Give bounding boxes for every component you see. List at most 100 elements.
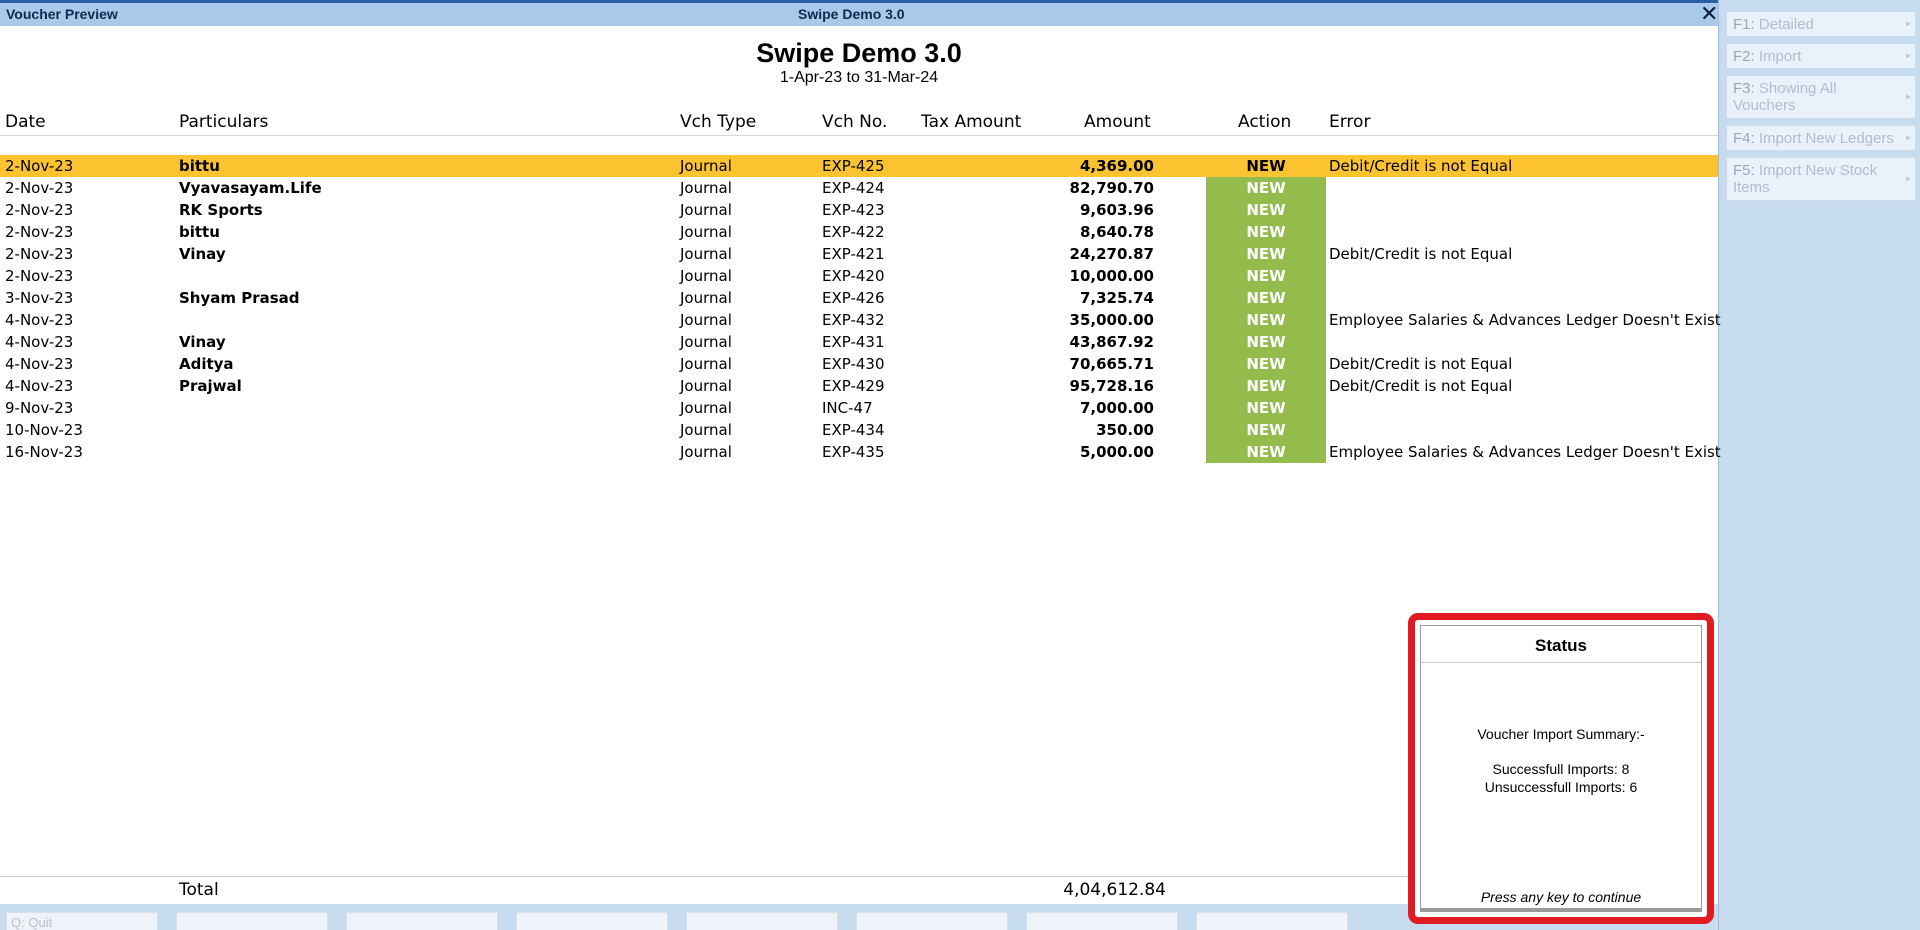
- bottom-button-slot[interactable]: [516, 912, 668, 930]
- bottom-button-slot[interactable]: [686, 912, 838, 930]
- import-new-stock-items-button[interactable]: F5: Import New Stock Items ▸: [1726, 157, 1916, 201]
- table-row[interactable]: 2-Nov-23 bittu Journal EXP-422 8,640.78 …: [0, 221, 1718, 243]
- cell-amount: 35,000.00: [1069, 311, 1154, 329]
- cell-action: NEW: [1206, 419, 1326, 441]
- cell-action: NEW: [1206, 331, 1326, 353]
- cell-particulars: bittu: [179, 157, 220, 175]
- cell-date: 2-Nov-23: [5, 223, 74, 241]
- quit-button[interactable]: Q: Quit: [6, 912, 158, 930]
- table-row[interactable]: 2-Nov-23 bittu Journal EXP-425 4,369.00 …: [0, 155, 1718, 177]
- cell-date: 2-Nov-23: [5, 267, 74, 285]
- column-header-vch-no: Vch No.: [822, 112, 888, 132]
- cell-particulars: Vinay: [179, 245, 226, 263]
- cell-date: 4-Nov-23: [5, 311, 74, 329]
- close-icon[interactable]: ✕: [1700, 3, 1718, 25]
- table-row[interactable]: 4-Nov-23 Prajwal Journal EXP-429 95,728.…: [0, 375, 1718, 397]
- cell-action: NEW: [1206, 243, 1326, 265]
- cell-date: 2-Nov-23: [5, 179, 74, 197]
- table-row[interactable]: 2-Nov-23 Vyavasayam.Life Journal EXP-424…: [0, 177, 1718, 199]
- cell-date: 3-Nov-23: [5, 289, 74, 307]
- import-new-ledgers-button[interactable]: F4: Import New Ledgers ▸: [1726, 125, 1916, 151]
- cell-action: NEW: [1206, 221, 1326, 243]
- cell-action: NEW: [1206, 397, 1326, 419]
- cell-amount: 350.00: [1096, 421, 1154, 439]
- header-divider: [0, 135, 1718, 136]
- f4-key: F4:: [1733, 130, 1755, 147]
- cell-amount: 7,000.00: [1079, 399, 1154, 417]
- cell-vch-type: Journal: [680, 421, 732, 439]
- cell-date: 9-Nov-23: [5, 399, 74, 417]
- cell-vch-no: EXP-425: [822, 157, 885, 175]
- status-dialog: Status Voucher Import Summary:- Successf…: [1408, 613, 1714, 924]
- cell-vch-no: EXP-424: [822, 179, 885, 197]
- cell-error: Debit/Credit is not Equal: [1329, 377, 1513, 395]
- cell-vch-no: EXP-429: [822, 377, 885, 395]
- report-period: 1-Apr-23 to 31-Mar-24: [779, 69, 939, 86]
- cell-vch-type: Journal: [680, 399, 732, 417]
- bottom-button-slot[interactable]: [1196, 912, 1348, 930]
- bottom-button-slot[interactable]: [176, 912, 328, 930]
- cell-vch-no: EXP-434: [822, 421, 885, 439]
- cell-action: NEW: [1206, 353, 1326, 375]
- cell-date: 2-Nov-23: [5, 157, 74, 175]
- cell-vch-no: INC-47: [822, 399, 873, 417]
- cell-vch-type: Journal: [680, 157, 732, 175]
- cell-vch-no: EXP-420: [822, 267, 885, 285]
- cell-vch-type: Journal: [680, 245, 732, 263]
- title-bar: Voucher Preview Swipe Demo 3.0 ✕: [0, 0, 1718, 26]
- status-title: Status: [1535, 636, 1587, 655]
- import-summary-heading: Voucher Import Summary:-: [1477, 726, 1645, 742]
- showing-all-vouchers-button[interactable]: F3: Showing All Vouchers ▸: [1726, 75, 1916, 119]
- cell-vch-type: Journal: [680, 377, 732, 395]
- cell-action: NEW: [1246, 157, 1286, 175]
- right-button-panel: F1: Detailed ▸ F2: Import ▸ F3: Showing …: [1718, 0, 1920, 930]
- bottom-button-slot[interactable]: [346, 912, 498, 930]
- table-row[interactable]: 2-Nov-23 Journal EXP-420 10,000.00 NEW: [0, 265, 1718, 287]
- table-row[interactable]: 9-Nov-23 Journal INC-47 7,000.00 NEW: [0, 397, 1718, 419]
- table-row[interactable]: 16-Nov-23 Journal EXP-435 5,000.00 NEW E…: [0, 441, 1721, 463]
- cell-particulars: Aditya: [179, 355, 234, 373]
- bottom-button-slot[interactable]: [856, 912, 1008, 930]
- cell-error: Employee Salaries & Advances Ledger Does…: [1329, 443, 1721, 461]
- column-header-vch-type: Vch Type: [680, 112, 757, 132]
- bottom-button-slot[interactable]: [1026, 912, 1178, 930]
- cell-vch-type: Journal: [680, 333, 732, 351]
- cell-error: Debit/Credit is not Equal: [1329, 355, 1513, 373]
- table-row[interactable]: 3-Nov-23 Shyam Prasad Journal EXP-426 7,…: [0, 287, 1718, 309]
- column-header-error: Error: [1329, 112, 1371, 132]
- cell-vch-no: EXP-426: [822, 289, 885, 307]
- cell-vch-no: EXP-430: [822, 355, 885, 373]
- f3-key: F3:: [1733, 80, 1755, 97]
- continue-prompt[interactable]: Press any key to continue: [1421, 889, 1701, 905]
- table-row[interactable]: 4-Nov-23 Journal EXP-432 35,000.00 NEW E…: [0, 309, 1721, 331]
- cell-amount: 8,640.78: [1079, 223, 1154, 241]
- cell-amount: 7,325.74: [1079, 289, 1154, 307]
- total-label: Total: [179, 880, 219, 900]
- cell-vch-no: EXP-432: [822, 311, 885, 329]
- status-divider: [1421, 662, 1701, 663]
- cell-action: NEW: [1206, 375, 1326, 397]
- cell-date: 4-Nov-23: [5, 355, 74, 373]
- cell-action: NEW: [1206, 265, 1326, 287]
- table-row[interactable]: 10-Nov-23 Journal EXP-434 350.00 NEW: [0, 419, 1718, 441]
- cell-vch-type: Journal: [680, 289, 732, 307]
- cell-amount: 5,000.00: [1079, 443, 1154, 461]
- detailed-button[interactable]: F1: Detailed ▸: [1726, 11, 1916, 37]
- cell-particulars: Vyavasayam.Life: [179, 179, 322, 197]
- table-row[interactable]: 4-Nov-23 Vinay Journal EXP-431 43,867.92…: [0, 331, 1718, 353]
- cell-particulars: Shyam Prasad: [179, 289, 300, 307]
- cell-error: Debit/Credit is not Equal: [1329, 245, 1513, 263]
- table-row[interactable]: 2-Nov-23 Vinay Journal EXP-421 24,270.87…: [0, 243, 1718, 265]
- import-button[interactable]: F2: Import ▸: [1726, 43, 1916, 69]
- cell-vch-no: EXP-435: [822, 443, 885, 461]
- column-header-tax-amount: Tax Amount: [921, 112, 1022, 132]
- import-new-ledgers-label: Import New Ledgers: [1758, 130, 1894, 147]
- cell-date: 2-Nov-23: [5, 245, 74, 263]
- table-row[interactable]: 2-Nov-23 RK Sports Journal EXP-423 9,603…: [0, 199, 1718, 221]
- table-row[interactable]: 4-Nov-23 Aditya Journal EXP-430 70,665.7…: [0, 353, 1718, 375]
- cell-vch-type: Journal: [680, 355, 732, 373]
- column-header-particulars: Particulars: [179, 112, 269, 132]
- cell-action: NEW: [1206, 199, 1326, 221]
- cell-action: NEW: [1206, 177, 1326, 199]
- cell-error: Debit/Credit is not Equal: [1329, 157, 1513, 175]
